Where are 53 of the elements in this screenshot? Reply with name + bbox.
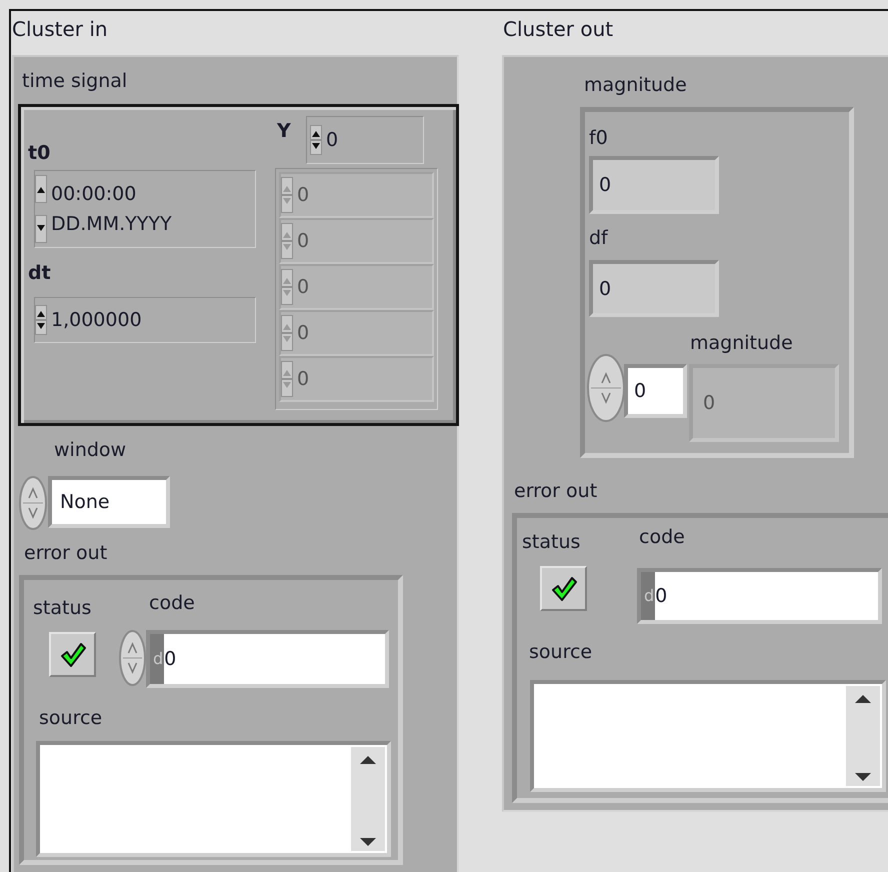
label: magnitude xyxy=(690,331,793,355)
scroll-up-arrow-icon xyxy=(359,755,377,765)
scrollbar[interactable] xyxy=(846,686,880,786)
label: code xyxy=(639,525,685,549)
label: Y xyxy=(277,119,291,143)
label: status xyxy=(33,596,92,620)
index-field[interactable]: 0 xyxy=(624,364,687,418)
label: source xyxy=(39,706,102,730)
label: status xyxy=(522,530,580,554)
dt-field[interactable]: 1,000000 xyxy=(34,297,256,343)
status-indicator[interactable] xyxy=(49,632,96,677)
label: error out xyxy=(24,541,108,565)
label: df xyxy=(589,226,608,250)
source-field[interactable] xyxy=(36,741,391,857)
label: window xyxy=(54,438,126,462)
increment-arrows-icon[interactable] xyxy=(119,630,146,686)
label: code xyxy=(149,591,195,615)
increment-arrows-icon xyxy=(281,315,293,351)
label: f0 xyxy=(589,126,608,150)
increment-arrows-icon xyxy=(281,177,293,213)
source-field[interactable] xyxy=(530,680,886,792)
increment-arrows-icon xyxy=(281,223,293,259)
label: t0 xyxy=(28,141,50,165)
increment-arrows-icon[interactable] xyxy=(19,476,47,530)
scroll-down-arrow-icon xyxy=(359,837,377,847)
code-field[interactable]: d0 xyxy=(146,630,389,688)
label: error out xyxy=(514,479,598,503)
radix-indicator: d xyxy=(641,572,656,620)
increment-arrows-icon xyxy=(35,305,47,335)
label: dt xyxy=(28,261,51,285)
df-indicator: 0 xyxy=(589,260,719,317)
increment-arrows-icon xyxy=(310,125,322,155)
f0-indicator: 0 xyxy=(589,156,719,214)
ring-field[interactable]: None xyxy=(48,476,170,528)
scrollbar[interactable] xyxy=(351,747,385,851)
checkmark-icon xyxy=(58,640,86,668)
increment-arrows-icon xyxy=(281,361,293,397)
code-field[interactable]: d0 xyxy=(637,568,882,624)
increment-arrows-icon[interactable] xyxy=(587,354,625,422)
index-field[interactable]: 0 xyxy=(306,116,424,164)
label: Cluster out xyxy=(503,17,614,41)
timestamp-field[interactable]: 00:00:00 DD.MM.YYYY xyxy=(34,170,256,248)
checkmark-icon xyxy=(550,574,578,602)
status-indicator[interactable] xyxy=(540,566,587,611)
radix-indicator: d xyxy=(150,634,164,684)
label: Cluster in xyxy=(12,17,108,41)
array-element: 0 xyxy=(689,364,839,442)
scroll-up-arrow-icon xyxy=(854,694,872,704)
label: time signal xyxy=(22,69,128,93)
increment-arrows-icon xyxy=(281,269,293,305)
scroll-down-arrow-icon xyxy=(854,772,872,782)
label: magnitude xyxy=(584,73,687,97)
label: source xyxy=(529,640,592,664)
